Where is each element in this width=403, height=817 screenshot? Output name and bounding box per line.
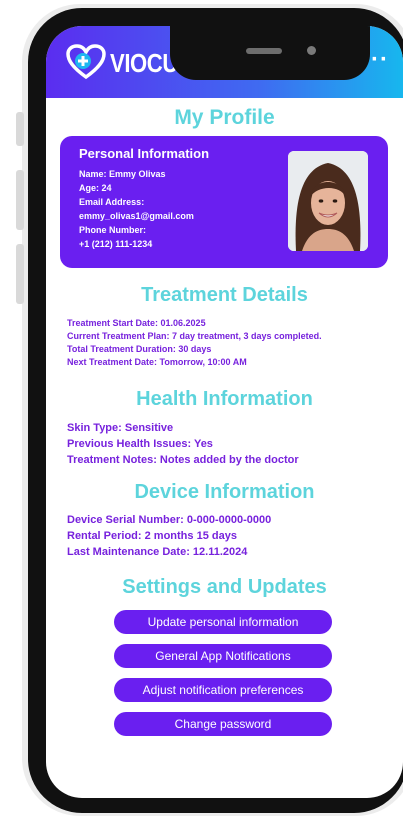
- phone-notch: [170, 26, 370, 80]
- treatment-duration: Total Treatment Duration: 30 days: [67, 344, 212, 354]
- treatment-plan: Current Treatment Plan: 7 day treatment,…: [67, 331, 322, 341]
- email-label: Email Address:: [79, 197, 145, 207]
- general-app-notifications-button[interactable]: General App Notifications: [114, 644, 332, 668]
- page-title: My Profile: [174, 106, 275, 129]
- rental-period: Rental Period: 2 months 15 days: [67, 530, 237, 542]
- profile-name: Name: Emmy Olivas: [79, 169, 166, 179]
- side-button-volume-down: [16, 244, 24, 304]
- notch-camera: [307, 46, 316, 55]
- device-serial-number: Device Serial Number: 0-000-0000-0000: [67, 514, 272, 526]
- next-treatment-date: Next Treatment Date: Tomorrow, 10:00 AM: [67, 357, 247, 367]
- profile-phone: +1 (212) 111-1234: [79, 239, 153, 249]
- adjust-notification-preferences-button[interactable]: Adjust notification preferences: [114, 678, 332, 702]
- previous-health-issues: Previous Health Issues: Yes: [67, 438, 213, 450]
- phone-screen: VIOCURE 1 ··· My Profile Personal Inform…: [46, 26, 403, 798]
- card-title: Personal Information: [79, 146, 210, 161]
- device-information-title: Device Information: [134, 481, 315, 503]
- side-button-mute: [16, 112, 24, 146]
- update-personal-info-button[interactable]: Update personal information: [114, 610, 332, 634]
- profile-photo: [288, 151, 368, 251]
- skin-type: Skin Type: Sensitive: [67, 422, 174, 434]
- profile-email: emmy_olivas1@gmail.com: [79, 211, 194, 221]
- treatment-start-date: Treatment Start Date: 01.06.2025: [67, 318, 206, 328]
- last-maintenance-date: Last Maintenance Date: 12.11.2024: [67, 546, 248, 558]
- treatment-notes: Treatment Notes: Notes added by the doct…: [67, 454, 299, 466]
- change-password-button[interactable]: Change password: [114, 712, 332, 736]
- side-button-volume-up: [16, 170, 24, 230]
- profile-age: Age: 24: [79, 183, 112, 193]
- heart-plus-icon: [66, 44, 106, 80]
- health-information-title: Health Information: [136, 388, 313, 410]
- settings-updates-title: Settings and Updates: [122, 576, 327, 598]
- phone-label: Phone Number:: [79, 225, 147, 235]
- notch-speaker: [246, 48, 282, 54]
- personal-info-card: Personal Information Name: Emmy Olivas A…: [60, 136, 388, 268]
- treatment-details-title: Treatment Details: [141, 284, 308, 306]
